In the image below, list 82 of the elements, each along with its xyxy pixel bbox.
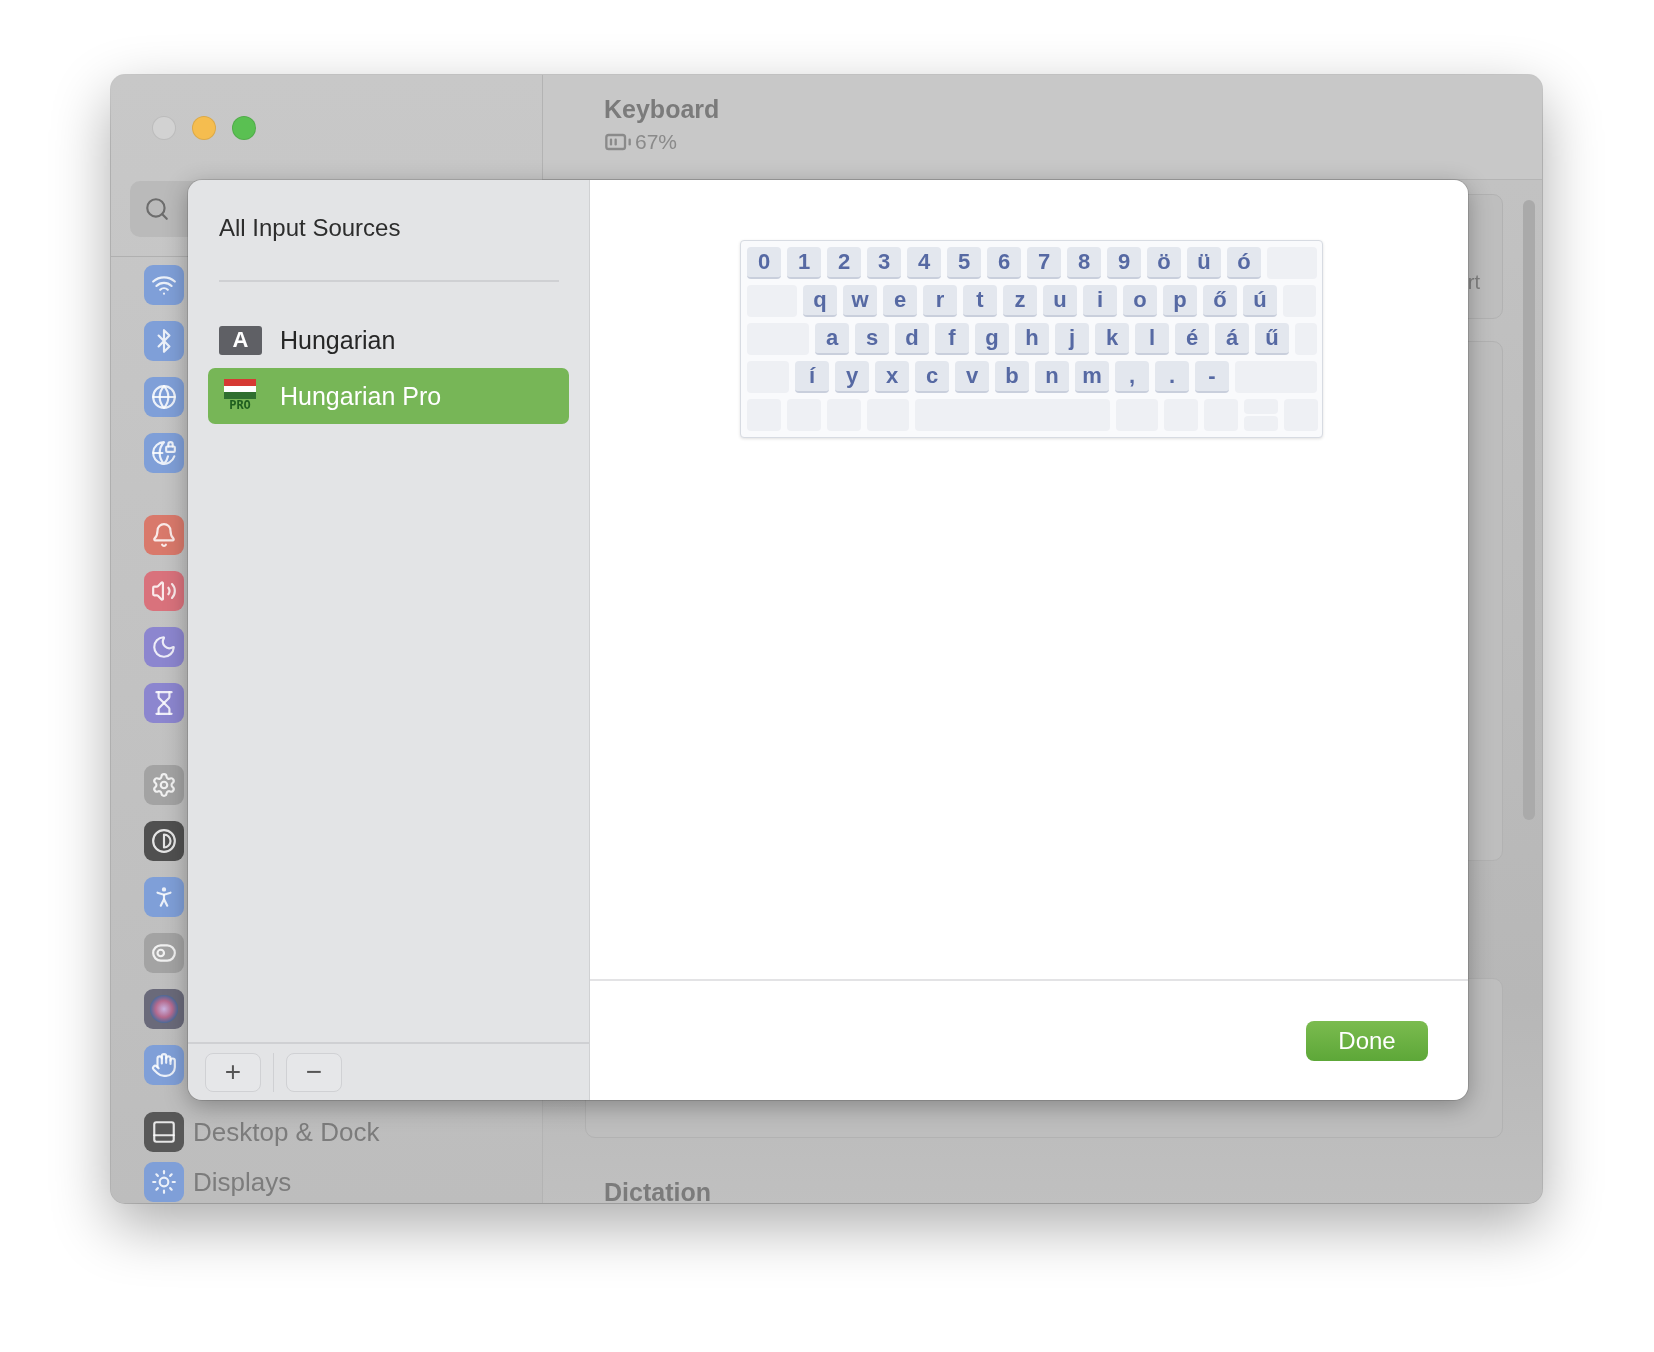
add-button[interactable]: + — [205, 1052, 261, 1092]
keyboard-key: o — [1123, 285, 1157, 317]
input-source-item[interactable]: A Hungarian — [208, 312, 569, 368]
speaker-icon[interactable] — [144, 571, 184, 611]
keyboard-key: ü — [1187, 247, 1221, 279]
battery-level: 67% — [635, 130, 678, 154]
keyboard-key: u — [1043, 285, 1077, 317]
source-name: Hungarian — [280, 325, 396, 355]
sidebar-item[interactable]: Desktop & Dock — [193, 1116, 380, 1148]
keyboard-key: ő — [1203, 285, 1237, 317]
hand-icon[interactable] — [144, 1045, 184, 1085]
keyboard-key: y — [835, 361, 869, 393]
keyboard-key: l — [1135, 323, 1169, 355]
keyboard-key: q — [803, 285, 837, 317]
letter-icon: A — [219, 325, 262, 355]
remove-button[interactable]: − — [286, 1052, 342, 1092]
keyboard-key: 2 — [827, 247, 861, 279]
keyboard-key: k — [1095, 323, 1129, 355]
sun-icon[interactable] — [144, 1162, 184, 1202]
keyboard-key: t — [963, 285, 997, 317]
globe-icon[interactable] — [144, 377, 184, 417]
keyboard-key: i — [1083, 285, 1117, 317]
source-name: Hungarian Pro — [280, 381, 442, 411]
keyboard-key: 4 — [907, 247, 941, 279]
keyboard-key: 6 — [987, 247, 1021, 279]
keyboard-key: x — [875, 361, 909, 393]
bell-icon[interactable] — [144, 515, 184, 555]
keyboard-key: p — [1163, 285, 1197, 317]
keyboard-key: d — [895, 323, 929, 355]
gear-icon[interactable] — [144, 765, 184, 805]
accessibility-icon[interactable] — [144, 877, 184, 917]
list-heading: All Input Sources — [219, 214, 402, 242]
keyboard-key: e — [883, 285, 917, 317]
keyboard-key: é — [1175, 323, 1209, 355]
keyboard-key: - — [1195, 361, 1229, 393]
window-title: Keyboard — [604, 95, 721, 124]
keyboard-key: b — [995, 361, 1029, 393]
siri-icon[interactable] — [144, 989, 184, 1029]
keyboard-key: . — [1155, 361, 1189, 393]
keyboard-key: z — [1003, 285, 1037, 317]
hourglass-icon[interactable] — [144, 683, 184, 723]
keyboard-key: 7 — [1027, 247, 1061, 279]
input-source-item[interactable]: PRO Hungarian Pro — [208, 368, 569, 424]
dock-icon[interactable] — [144, 1112, 184, 1152]
bluetooth-icon[interactable] — [144, 321, 184, 361]
keyboard-key: 9 — [1107, 247, 1141, 279]
keyboard-key: 1 — [787, 247, 821, 279]
keyboard-key: w — [843, 285, 877, 317]
section-heading: Dictation — [604, 1178, 712, 1203]
wifi-icon[interactable] — [144, 265, 184, 305]
keyboard-key: á — [1215, 323, 1249, 355]
keyboard-key: j — [1055, 323, 1089, 355]
keyboard-key: m — [1075, 361, 1109, 393]
keyboard-key: 0 — [747, 247, 781, 279]
keyboard-key: a — [815, 323, 849, 355]
keyboard-key: ó — [1227, 247, 1261, 279]
keyboard-key: 3 — [867, 247, 901, 279]
keyboard-key: g — [975, 323, 1009, 355]
keyboard-key: c — [915, 361, 949, 393]
keyboard-key: v — [955, 361, 989, 393]
keyboard-key: n — [1035, 361, 1069, 393]
done-button[interactable]: Done — [1306, 1021, 1428, 1061]
sidebar-item[interactable]: Displays — [193, 1166, 292, 1198]
keyboard-key: ű — [1255, 323, 1289, 355]
keyboard-key: h — [1015, 323, 1049, 355]
keyboard-key: r — [923, 285, 957, 317]
moon-icon[interactable] — [144, 627, 184, 667]
keyboard-key: , — [1115, 361, 1149, 393]
keyboard-key: f — [935, 323, 969, 355]
keyboard-key: í — [795, 361, 829, 393]
zoom-button[interactable] — [232, 116, 256, 140]
keyboard-key: s — [855, 323, 889, 355]
keyboard-key: ú — [1243, 285, 1277, 317]
keyboard-key: 8 — [1067, 247, 1101, 279]
keyboard-key: 5 — [947, 247, 981, 279]
keyboard-key: ö — [1147, 247, 1181, 279]
contrast-icon[interactable] — [144, 821, 184, 861]
scrollbar[interactable] — [1523, 200, 1535, 820]
globe-lock-icon[interactable] — [144, 433, 184, 473]
toggle-icon[interactable] — [144, 933, 184, 973]
search-icon — [144, 196, 170, 222]
setting-label: rt — [1467, 271, 1480, 294]
